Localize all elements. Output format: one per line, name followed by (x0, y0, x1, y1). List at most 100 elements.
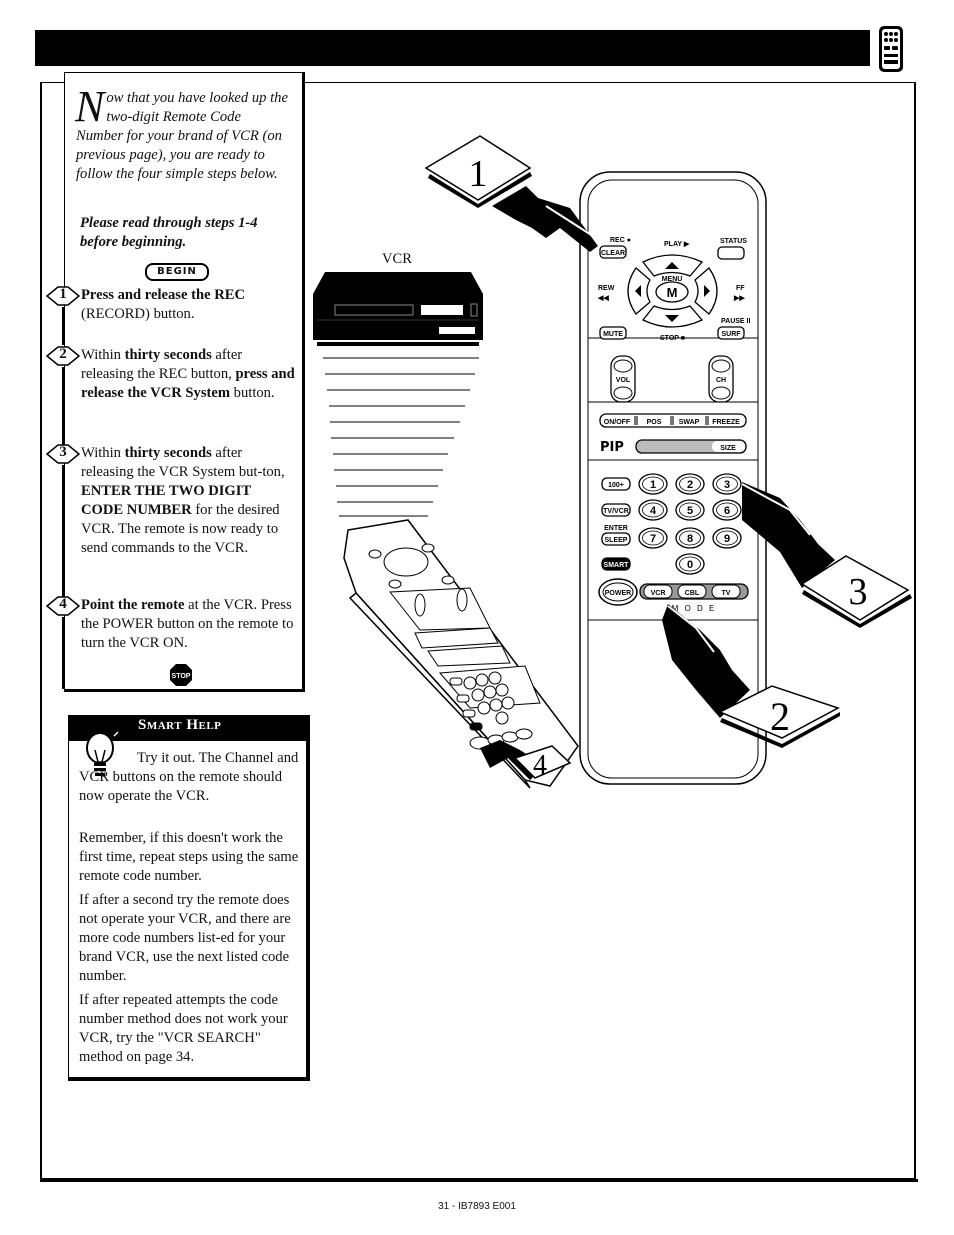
step-2: 2 Within thirty seconds after releasing … (45, 346, 296, 447)
step-4: 4 Point the remote at the VCR. Press the… (45, 596, 296, 689)
pip-freeze-button[interactable]: FREEZE (712, 419, 740, 426)
step-text: Press and release the REC (RECORD) butto… (81, 286, 296, 324)
step-1: 1 Press and release the REC (RECORD) but… (45, 286, 296, 345)
ch-label: CH (716, 377, 726, 384)
smart-help-text: Try it out. The Channel and VCR buttons … (79, 750, 299, 804)
step-diamond-icon: 1 (45, 286, 81, 306)
surf-label: SURF (721, 331, 741, 338)
pip-on-off-button[interactable]: ON/OFF (604, 419, 631, 426)
size-label: SIZE (720, 445, 736, 452)
smart-help-paragraph: Remember, if this doesn't work the first… (79, 829, 299, 886)
intro-body: ow that you have looked up the two-digit… (76, 90, 288, 182)
stop-label: STOP ■ (660, 335, 685, 342)
step-text: Within thirty seconds after releasing th… (81, 346, 296, 403)
callout-2-number: 2 (770, 694, 790, 739)
digit-label: 1 (650, 479, 656, 491)
smart-help-text: Remember, if this doesn't work the first… (79, 830, 299, 884)
step-diamond-icon: 2 (45, 346, 81, 366)
m-label: M (667, 285, 678, 300)
smart-help-paragraph: If after repeated attempts the code numb… (79, 991, 299, 1067)
angled-remote-illustration: 4 (343, 519, 579, 789)
digit-button-3[interactable]: 3 (712, 473, 742, 495)
step-connector (62, 307, 64, 345)
step-text: Within thirty seconds after releasing th… (81, 444, 296, 558)
rew-glyph: ◀◀ (597, 295, 609, 302)
step-text-plain: button. (230, 385, 275, 401)
digit-button-9[interactable]: 9 (712, 527, 742, 549)
callout-4-number: 4 (533, 750, 547, 781)
vcr-label: VCR (382, 251, 413, 267)
status-label: STATUS (720, 238, 747, 245)
smart-help-text: If after a second try the remote does no… (79, 892, 291, 984)
stop-sign-icon: STOP (170, 664, 192, 686)
step-number: 1 (59, 286, 67, 302)
smart-help-paragraph: If after a second try the remote does no… (79, 891, 299, 986)
digit-label: 8 (687, 533, 693, 545)
intro-text: Now that you have looked up the two-digi… (75, 82, 291, 184)
rew-label: REW (598, 285, 615, 292)
step-3: 3 Within thirty seconds after releasing … (45, 444, 296, 603)
callout-1-number: 1 (469, 153, 488, 195)
digit-button-5[interactable]: 5 (675, 499, 705, 521)
digit-label: 0 (687, 559, 693, 571)
page-frame-bottom (40, 1179, 918, 1182)
step-text-bold: thirty seconds (124, 445, 212, 461)
status-button[interactable] (717, 246, 745, 260)
ff-glyph: ▶▶ (733, 295, 745, 302)
begin-badge: BEGIN (145, 263, 209, 281)
clear-label: CLEAR (601, 250, 625, 257)
digit-label: 9 (724, 533, 730, 545)
digit-button-8[interactable]: 8 (675, 527, 705, 549)
pause-label: PAUSE II (721, 318, 750, 325)
step-text-plain: Within (81, 445, 125, 461)
digit-label: 5 (687, 505, 693, 517)
step-connector (62, 617, 64, 689)
pip-label: PIP (600, 440, 624, 455)
stop-sign-label: STOP (172, 673, 191, 680)
step-number: 3 (59, 444, 67, 460)
pip-swap-button[interactable]: SWAP (679, 419, 700, 426)
digit-label: 4 (650, 505, 657, 517)
step-text-plain: Within (81, 347, 125, 363)
menu-label: MENU (662, 276, 683, 283)
smart-help-text: If after repeated attempts the code numb… (79, 992, 288, 1065)
step-text-bold: thirty seconds (124, 347, 212, 363)
digit-button-4[interactable]: 4 (638, 499, 668, 521)
digit-label: 3 (724, 479, 730, 491)
digit-button-6[interactable]: 6 (712, 499, 742, 521)
step-text-bold: Point the remote (81, 597, 185, 613)
callout-3-number: 3 (849, 571, 868, 613)
step-number: 2 (59, 346, 67, 362)
play-label: PLAY ▶ (664, 241, 690, 248)
page-footer: 31 - IB7893 E001 (438, 1201, 516, 1212)
tv-vcr-label: TV/VCR (603, 508, 629, 515)
smart-label: SMART (604, 562, 630, 569)
digit-label: 6 (724, 505, 730, 517)
digit-button-7[interactable]: 7 (638, 527, 668, 549)
vol-label: VOL (616, 377, 631, 384)
100-plus-label: 100+ (608, 482, 624, 489)
remote-control-icon (879, 26, 903, 72)
digit-button-2[interactable]: 2 (675, 473, 705, 495)
smart-help-paragraph: Try it out. The Channel and VCR buttons … (79, 749, 299, 806)
pip-pos-button[interactable]: POS (647, 419, 662, 426)
digit-button-1[interactable]: 1 (638, 473, 668, 495)
enter-label: ENTER (604, 525, 628, 532)
ff-label: FF (736, 285, 745, 292)
step-connector (62, 367, 64, 447)
power-label: POWER (605, 590, 631, 597)
intro-dropcap: N (75, 82, 105, 131)
step-text-bold: Press and release the REC (81, 287, 246, 303)
step-diamond-icon: 3 (45, 444, 81, 464)
digit-button-0[interactable]: 0 (675, 553, 705, 575)
step-diamond-icon: 4 (45, 596, 81, 616)
step-text: Point the remote at the VCR. Press the P… (81, 596, 296, 653)
digit-label: 2 (687, 479, 693, 491)
header-bar (35, 30, 870, 66)
step-number: 4 (59, 596, 67, 612)
pointing-hand-callout-2: 2 (662, 604, 840, 748)
step-text-plain: (RECORD) button. (81, 306, 195, 322)
mode-tv-label: TV (722, 590, 731, 597)
intro-note: Please read through steps 1-4 before beg… (80, 215, 258, 250)
mute-label: MUTE (603, 331, 623, 338)
